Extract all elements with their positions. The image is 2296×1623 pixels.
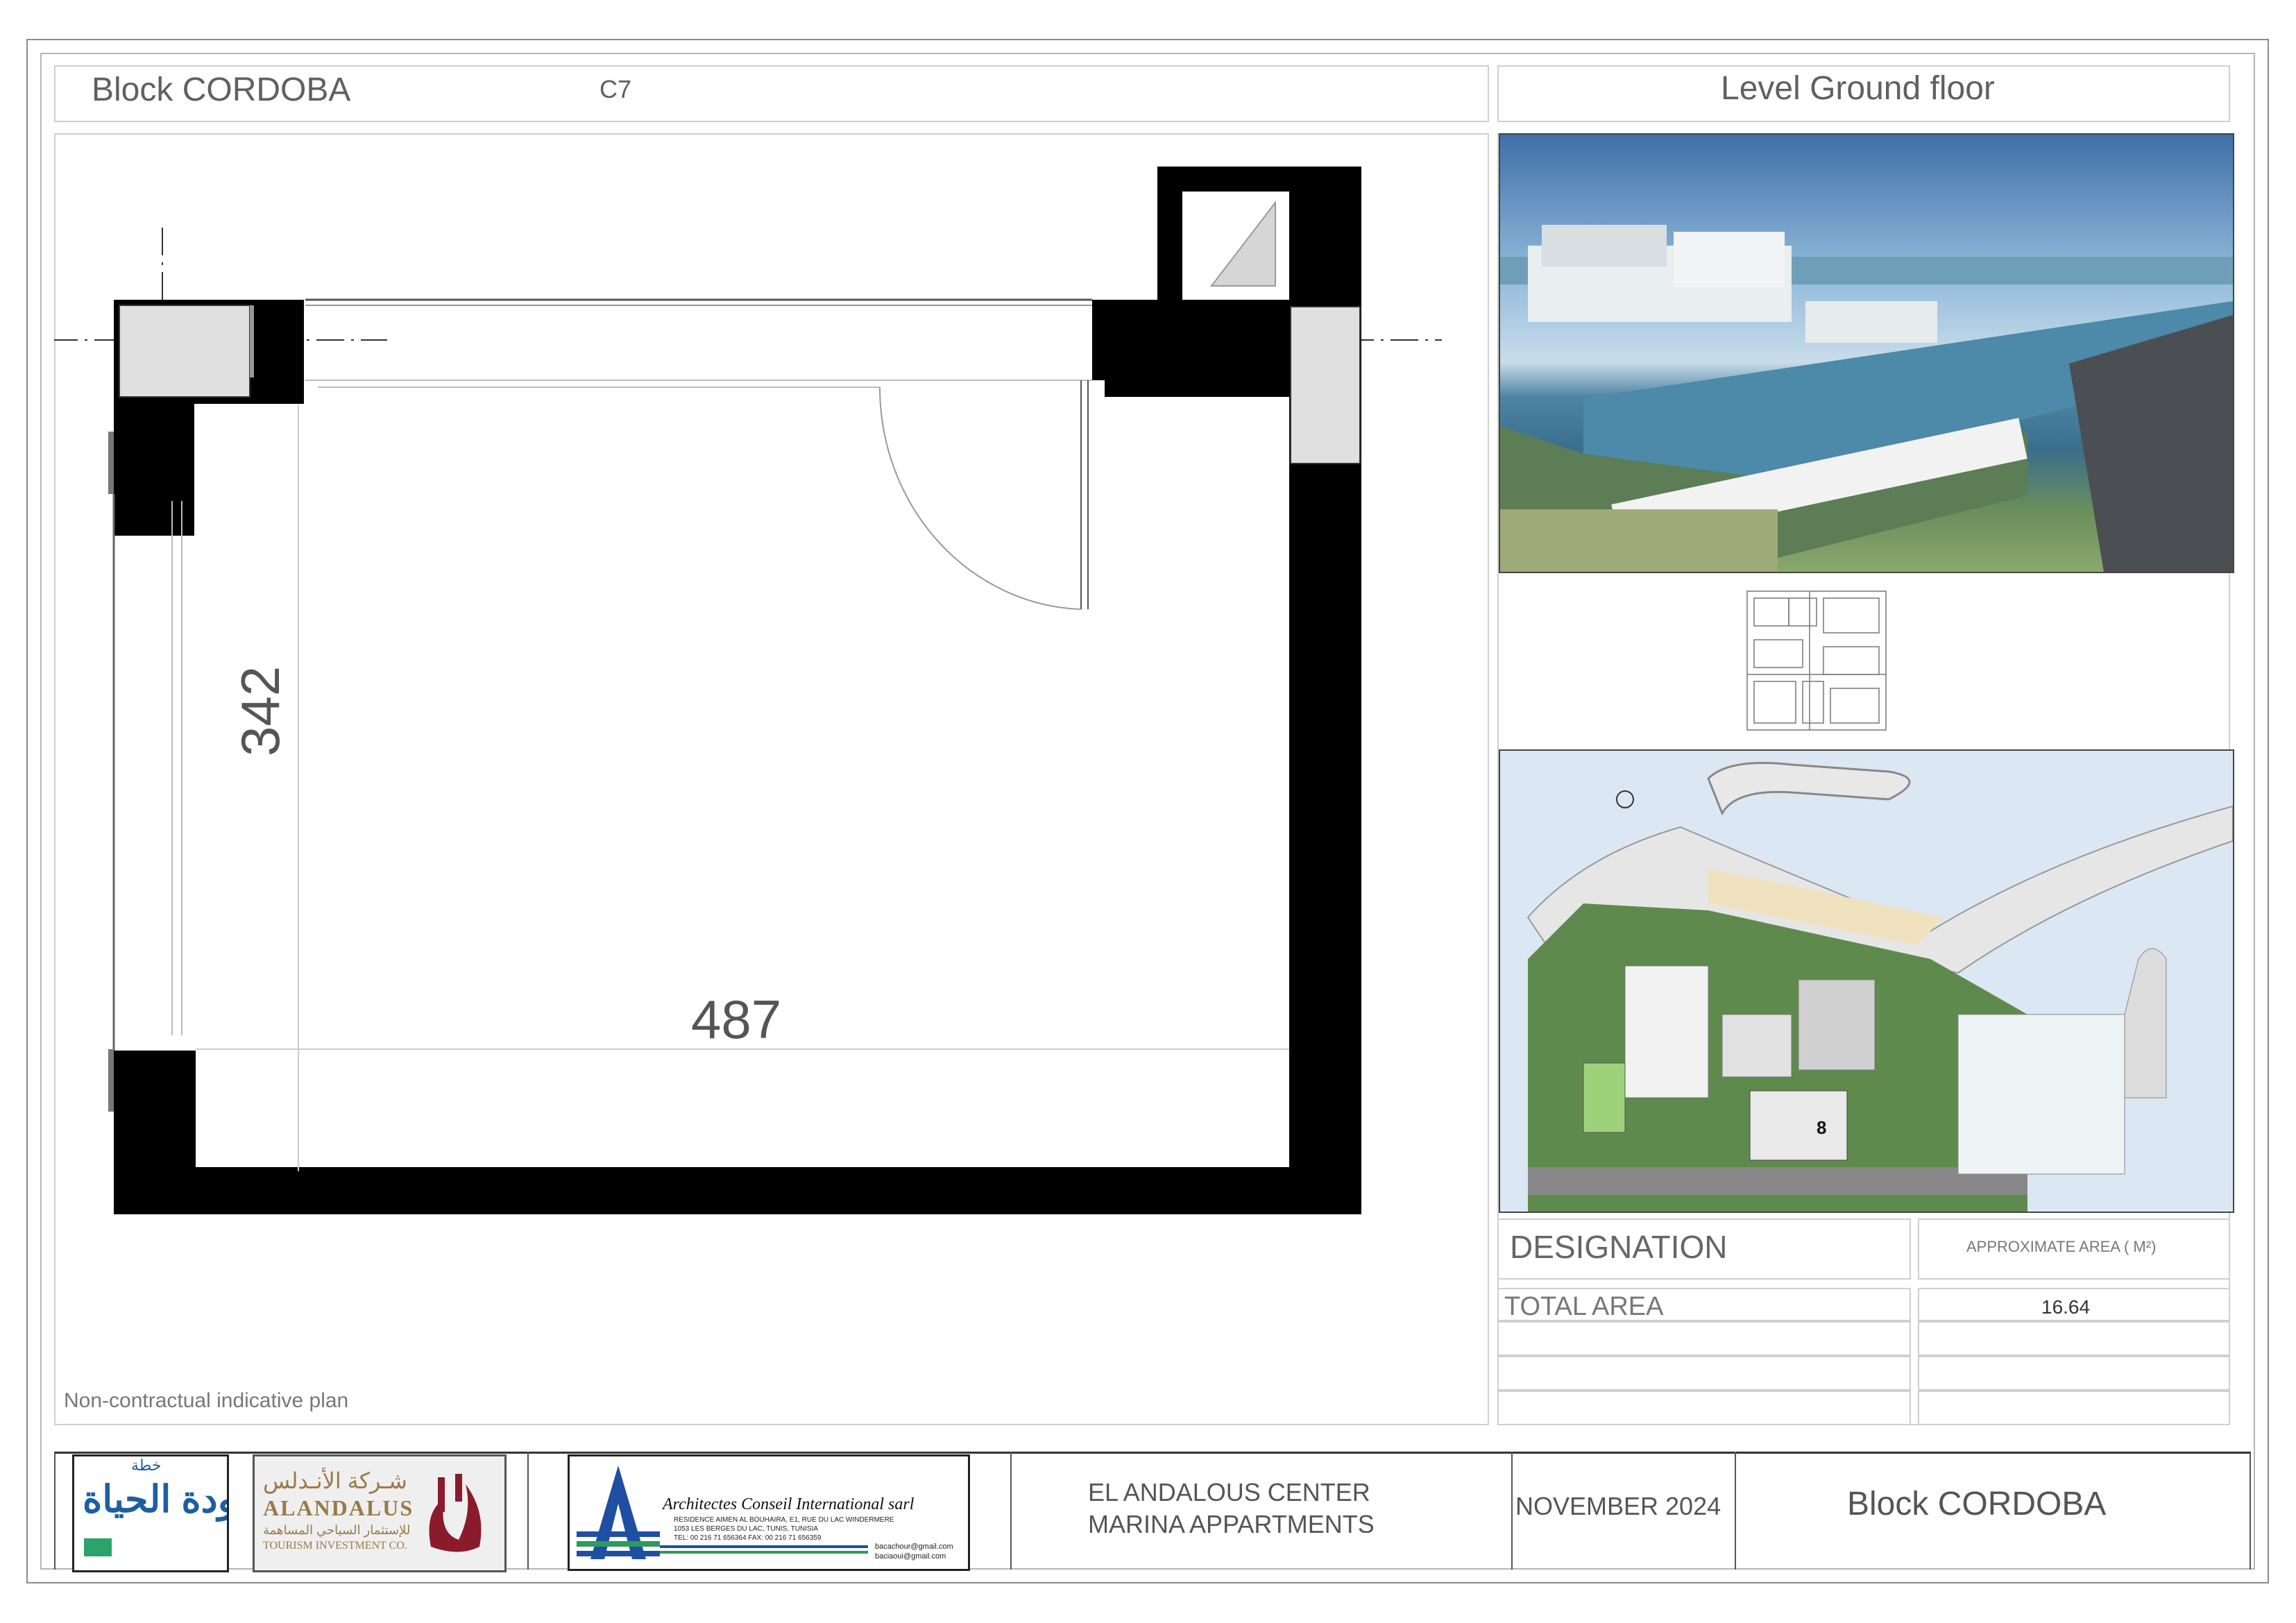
issue-date: NOVEMBER 2024 [1515,1492,1721,1520]
logo1-accent [84,1538,112,1556]
title-block-divider [1010,1452,1012,1570]
wall-cut [250,305,254,377]
aci-phone: TEL: 00 216 71 656364 FAX: 00 216 71 656… [674,1534,822,1542]
logo2-arabic: شـركة الأنـدلس [263,1468,407,1493]
logo2-name: ALANDALUS [263,1495,414,1520]
wall [1092,300,1293,397]
dimension-height: 342 [230,665,291,756]
level-title: Level Ground floor [1721,70,1995,107]
site-master-plan-image: 8 [1499,749,2234,1213]
project-name-line1: EL ANDALOUS CENTER [1088,1478,1370,1506]
door-swing [879,386,1082,610]
aci-stripe [660,1545,868,1548]
table-row [1918,1356,2230,1391]
column [119,305,250,398]
aci-address-2: 1053 LES BERGES DU LAC, TUNIS, TUNISIA [674,1525,819,1533]
logo2-arabic-sub: للإستثمار السياحي المساهمة [263,1523,411,1537]
table-row [1918,1321,2230,1356]
block-title: Block CORDOBA [92,71,351,108]
title-block-divider [1735,1452,1736,1570]
table-row [1918,1391,2230,1425]
aci-stripe [660,1551,868,1554]
awdat-alhayat-logo: خطة عودة الحياة [72,1454,229,1572]
aci-email-2: baciaoui@gmail.com [875,1552,946,1561]
aci-company-name: Architectes Conseil International sarl [663,1495,915,1513]
title-block-divider [1511,1452,1513,1570]
title-block-divider [527,1452,529,1570]
aerial-render-image [1499,133,2234,573]
table-row [1497,1356,1911,1391]
plan-note: Non-contractual indicative plan [64,1389,349,1412]
table-row [1497,1321,1911,1356]
project-name-line2: MARINA APPARTMENTS [1088,1510,1375,1538]
frame-mark [108,1049,114,1112]
wall-cut [194,404,304,537]
table-row [1497,1391,1911,1425]
column [1290,306,1361,464]
alandalus-logo: شـركة الأنـدلس ALANDALUS للإستثمار السيا… [253,1454,507,1572]
dimension-width: 487 [691,989,782,1050]
aci-email-1: bacachour@gmail.com [875,1543,953,1551]
key-plan-thumbnail [1746,590,1887,731]
total-area-value: 16.64 [2041,1296,2091,1318]
footer-block-name: Block CORDOBA [1847,1486,2107,1522]
designation-header: DESIGNATION [1510,1229,1728,1265]
area-header: APPROXIMATE AREA ( M²) [1966,1238,2157,1255]
wall-cut [1092,380,1105,397]
unit-code: C7 [599,75,632,103]
logo2-emblem-icon [429,1474,482,1552]
total-area-label: TOTAL AREA [1504,1292,1664,1321]
aci-address-1: RESIDENCE AIMEN AL BOUHAIRA, E1, RUE DU … [674,1516,894,1524]
wall [1157,167,1182,305]
aci-architects-logo: Architectes Conseil International sarl R… [568,1454,970,1571]
logo1-top-text: خطة [131,1456,162,1474]
building-number: 8 [1817,1117,1827,1138]
frame-mark [108,432,114,494]
floor-plan [54,167,1442,1214]
aci-emblem-icon [577,1465,660,1559]
wall [114,1167,1361,1214]
logo2-sub: TOURISM INVESTMENT CO. [263,1540,407,1552]
logo1-main-text: عودة الحياة [83,1479,227,1520]
